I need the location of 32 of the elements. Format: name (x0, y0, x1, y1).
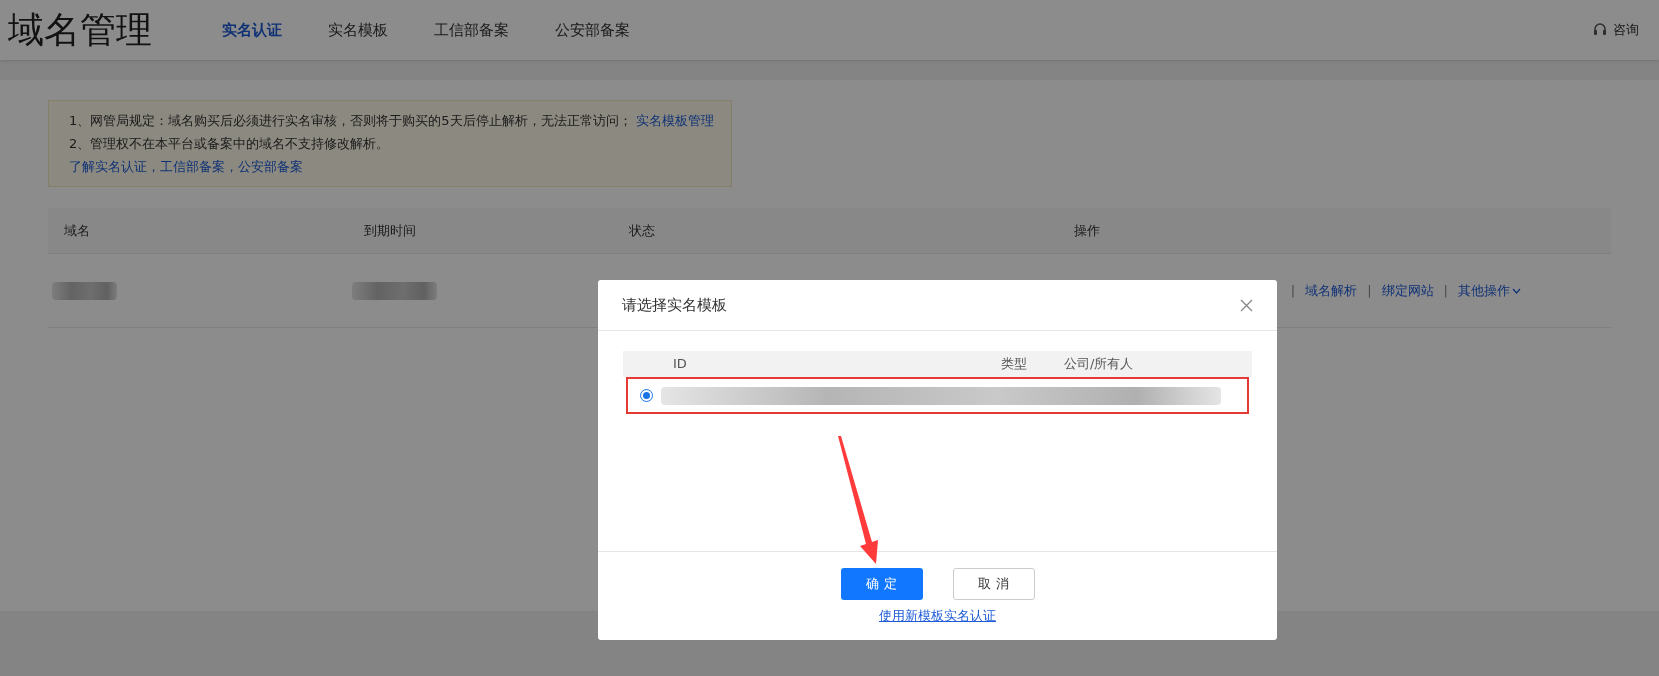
cancel-button[interactable]: 取 消 (952, 568, 1035, 600)
column-header: 操作 (1074, 222, 1100, 238)
nav-tab[interactable]: 公安部备案 (555, 18, 630, 42)
column-header: 类型 (1001, 355, 1028, 374)
column-header: 公司/所有人 (1064, 355, 1134, 374)
chevron-down-icon (1512, 287, 1521, 294)
column-header: 域名 (64, 222, 90, 238)
dialog-title: 请选择实名模板 (622, 294, 727, 316)
column-header: 状态 (629, 222, 655, 238)
new-template-link[interactable]: 使用新模板实名认证 (879, 606, 996, 626)
headset-icon (1593, 23, 1607, 37)
notice-text: 2、管理权不在本平台或备案中的域名不支持修改解析。 (69, 135, 391, 153)
close-icon[interactable] (1240, 298, 1253, 312)
nav-tab[interactable]: 实名认证 (222, 18, 282, 42)
action-link[interactable]: 其他操作 (1458, 280, 1521, 301)
template-row[interactable] (626, 377, 1249, 414)
notice-text: 1、网管局规定：域名购买后必须进行实名审核，否则将于购买的5天后停止解析，无法正常访问； (69, 112, 632, 130)
action-link[interactable]: 域名解析 (1305, 280, 1358, 301)
action-link[interactable]: 绑定网站 (1381, 280, 1434, 301)
confirm-button[interactable]: 确 定 (840, 568, 923, 600)
info-link[interactable]: 了解实名认证，工信部备案，公安部备案 (69, 159, 303, 174)
separator: | (1367, 281, 1372, 300)
separator: | (1290, 281, 1296, 300)
nav-tab[interactable]: 工信部备案 (434, 18, 509, 42)
template-link[interactable]: 实名模板管理 (635, 109, 714, 132)
help-link[interactable]: 咨询 (1613, 20, 1639, 40)
column-header: ID (673, 355, 688, 374)
nav-tab[interactable]: 实名模板 (328, 18, 388, 42)
redacted-blur (52, 281, 117, 300)
column-header: 到期时间 (364, 222, 416, 238)
page-title: 域名管理 (8, 8, 152, 52)
separator: | (1443, 281, 1448, 300)
